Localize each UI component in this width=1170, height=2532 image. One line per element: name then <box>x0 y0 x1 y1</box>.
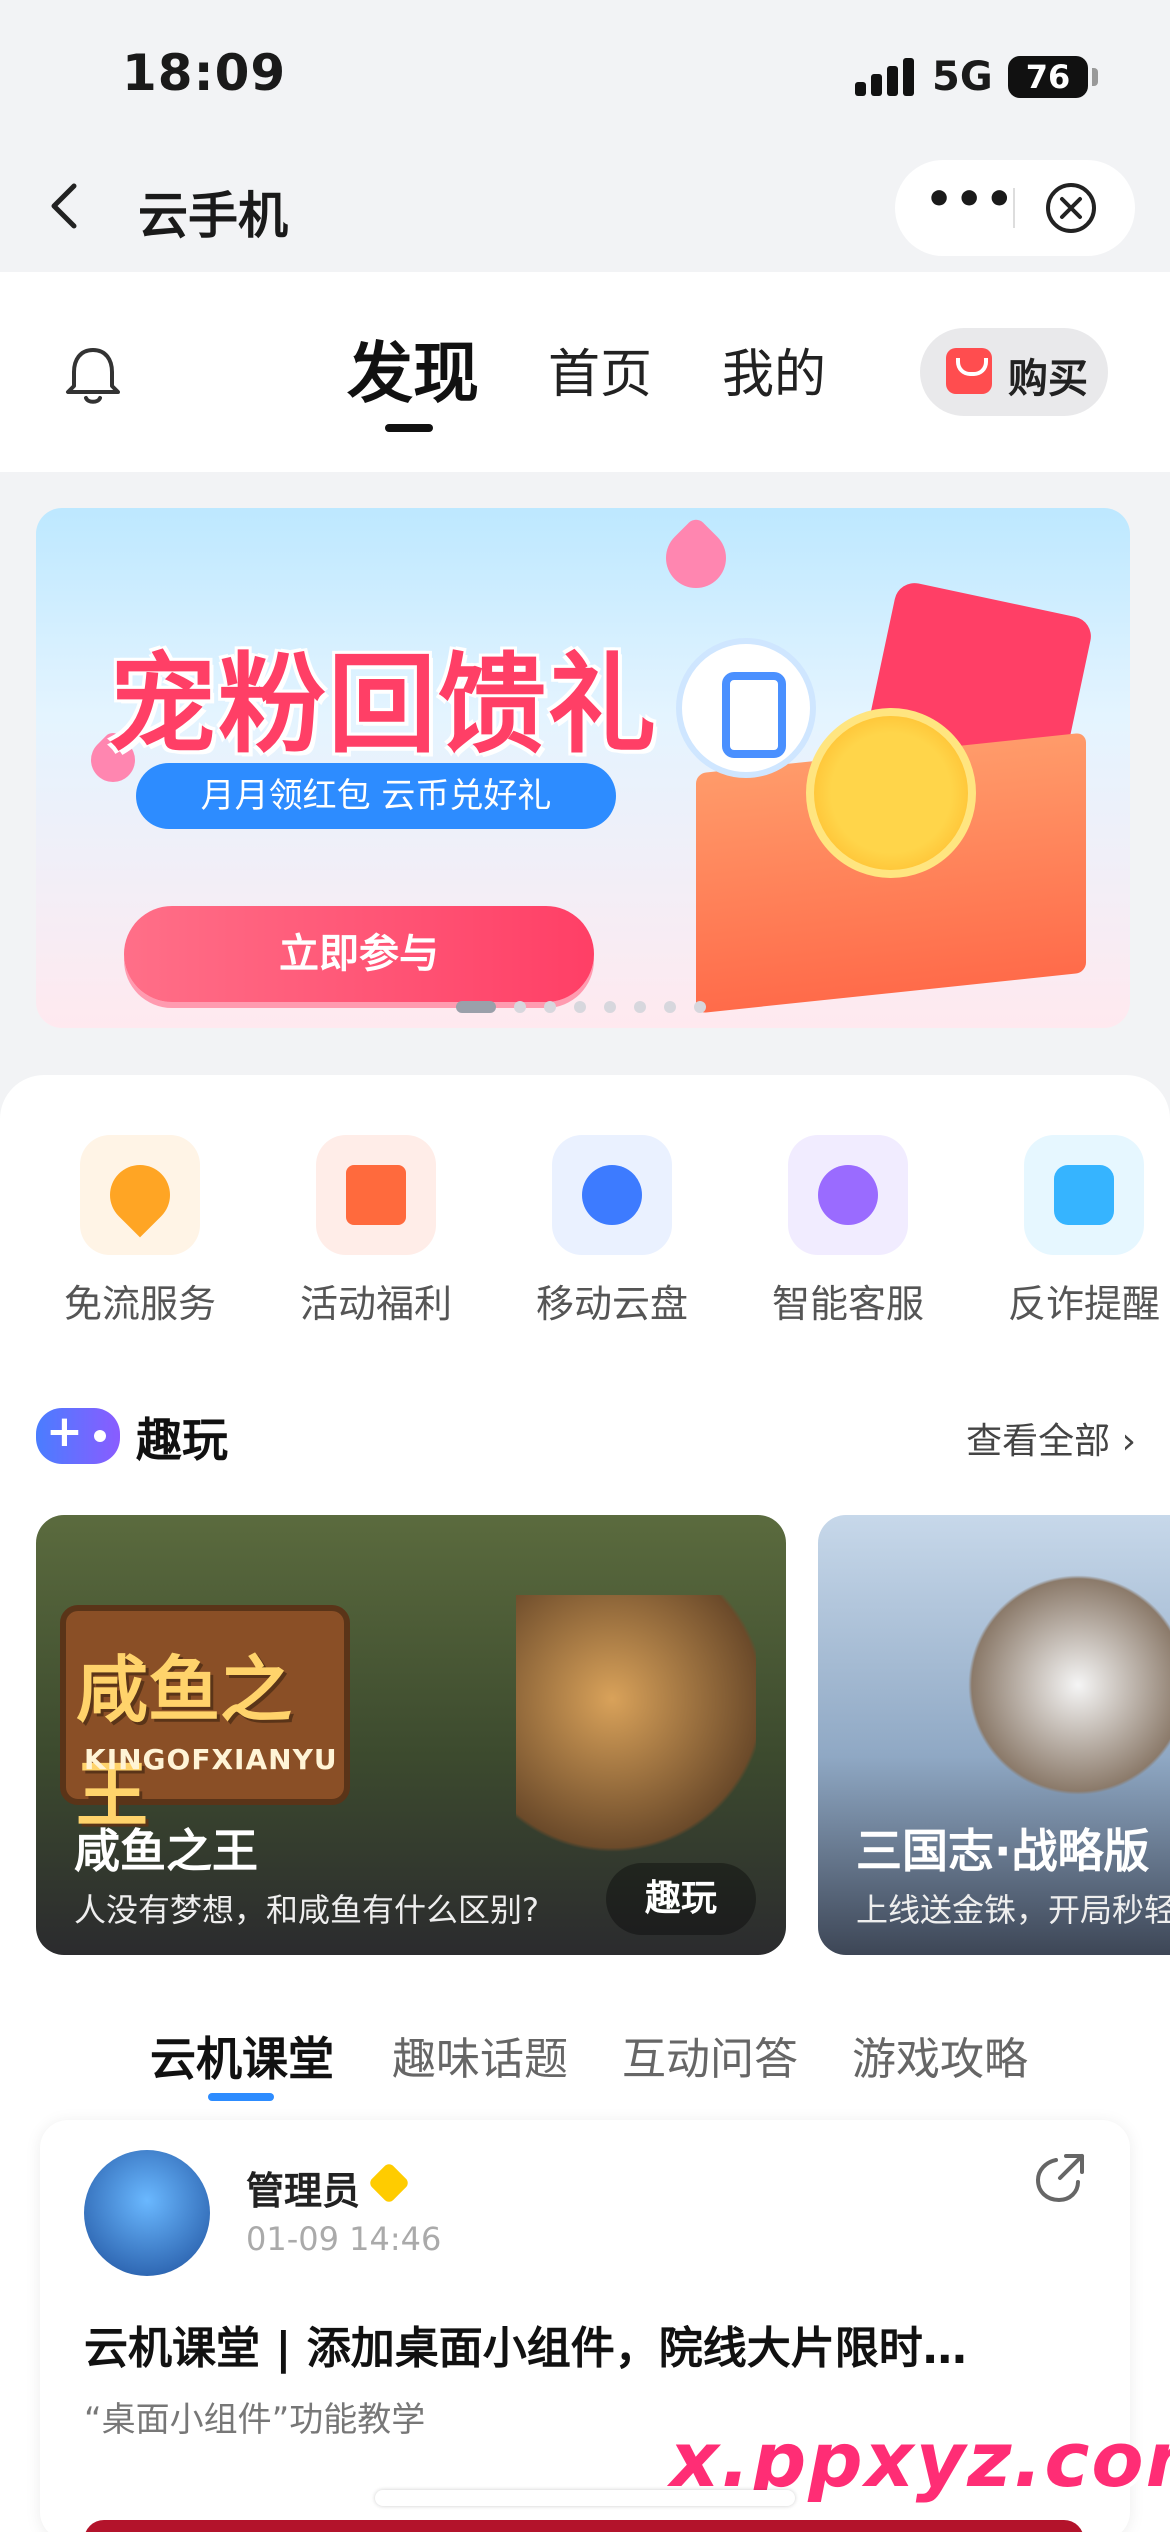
service-label: 移动云盘 <box>535 1282 688 1326</box>
chevron-right-icon: › <box>1121 1421 1136 1462</box>
post-thumbnail[interactable] <box>84 2520 1084 2532</box>
game-character-art <box>516 1595 756 1855</box>
top-tab-bar: 发现 首页 我的 购买 <box>0 272 1170 472</box>
signal-icon <box>855 58 915 96</box>
tab-home[interactable]: 首页 <box>548 332 652 407</box>
service-anti-fraud[interactable]: 反诈提醒 <box>994 1135 1170 1328</box>
tab-fun-topics[interactable]: 趣味话题 <box>392 2023 568 2087</box>
service-cloud-drive[interactable]: 移动云盘 <box>522 1135 702 1328</box>
section-title: 趣玩 <box>136 1413 228 1467</box>
buy-button[interactable]: 购买 <box>920 328 1108 416</box>
gamepad-icon <box>36 1406 120 1464</box>
carousel-dot <box>514 1001 526 1013</box>
gift-icon <box>316 1135 436 1255</box>
tab-cloud-class[interactable]: 云机课堂 <box>150 2023 334 2089</box>
carousel-dots <box>456 998 724 1013</box>
post-title[interactable]: 云机课堂 | 添加桌面小组件，院线大片限时… <box>84 2312 1084 2376</box>
network-type: 5G <box>932 54 993 100</box>
game-card[interactable]: 三国志·战略版 上线送金铢，开局秒轻 <box>818 1515 1170 1955</box>
carousel-dot <box>544 1001 556 1013</box>
tab-qa[interactable]: 互动问答 <box>622 2023 798 2087</box>
more-dots-icon[interactable]: ••• <box>925 176 1013 236</box>
cloud-drive-icon <box>552 1135 672 1255</box>
see-all-label: 查看全部 <box>966 1421 1111 1462</box>
status-bar: 18:09 5G 76 <box>0 0 1170 150</box>
carousel-dot <box>456 1001 496 1013</box>
sub-tab-active-indicator <box>208 2093 274 2101</box>
service-label: 智能客服 <box>771 1282 924 1326</box>
carousel-dot <box>604 1001 616 1013</box>
verified-badge-icon <box>367 2161 411 2205</box>
game-logo-subtext: KINGOFXIANYU <box>84 1743 338 1776</box>
bell-icon[interactable] <box>60 342 126 408</box>
cloud-coin-image <box>806 708 976 878</box>
tab-mine[interactable]: 我的 <box>722 332 826 407</box>
service-label: 免流服务 <box>63 1282 216 1326</box>
post-author[interactable]: 管理员 <box>246 2160 360 2215</box>
free-data-icon <box>80 1135 200 1255</box>
game-description: 上线送金铢，开局秒轻 <box>856 1891 1170 1929</box>
tab-discover[interactable]: 发现 <box>347 320 479 416</box>
game-character-art <box>958 1555 1170 1815</box>
join-now-button[interactable]: 立即参与 <box>124 906 594 1002</box>
banner-title: 宠粉回馈礼 <box>108 643 659 768</box>
game-card[interactable]: 咸鱼之王 KINGOFXIANYU 咸鱼之王 人没有梦想，和咸鱼有什么区别? 趣… <box>36 1515 786 1955</box>
heart-decoration <box>653 515 739 601</box>
share-icon[interactable] <box>1032 2150 1088 2206</box>
battery-tip <box>1092 68 1098 86</box>
service-benefits[interactable]: 活动福利 <box>286 1135 466 1328</box>
shopping-bag-icon <box>946 348 992 394</box>
game-logo-text: 咸鱼之王 <box>76 1648 293 1837</box>
buy-button-label: 购买 <box>1008 356 1088 402</box>
service-label: 反诈提醒 <box>1007 1282 1160 1326</box>
content-sheet: 免流服务 活动福利 移动云盘 智能客服 反诈提醒 趣玩 查看全部 › 咸鱼之王 … <box>0 1075 1170 2532</box>
game-name: 三国志·战略版 <box>856 1824 1150 1878</box>
close-circle-icon[interactable] <box>1043 180 1099 236</box>
post-time: 01-09 14:46 <box>246 2220 442 2258</box>
carousel-dot <box>694 1001 706 1013</box>
fun-section-header: 趣玩 查看全部 › <box>36 1400 1136 1470</box>
mini-program-capsule: ••• <box>895 160 1135 256</box>
page-title: 云手机 <box>138 187 288 245</box>
back-arrow-icon[interactable] <box>38 176 98 236</box>
play-button[interactable]: 趣玩 <box>606 1863 756 1935</box>
capsule-divider <box>1013 188 1015 228</box>
content-tab-bar: 云机课堂 趣味话题 互动问答 游戏攻略 <box>0 2005 1170 2105</box>
post-subtitle: “桌面小组件”功能教学 <box>84 2400 426 2440</box>
game-description: 人没有梦想，和咸鱼有什么区别? <box>74 1891 539 1929</box>
battery-icon: 76 <box>1008 56 1088 98</box>
game-name: 咸鱼之王 <box>74 1824 258 1878</box>
anti-fraud-icon <box>1024 1135 1144 1255</box>
game-logo: 咸鱼之王 KINGOFXIANYU <box>60 1605 350 1837</box>
carousel-dot <box>574 1001 586 1013</box>
service-smart-support[interactable]: 智能客服 <box>758 1135 938 1328</box>
carousel-dot <box>664 1001 676 1013</box>
service-free-data[interactable]: 免流服务 <box>50 1135 230 1328</box>
service-shortcuts: 免流服务 活动福利 移动云盘 智能客服 反诈提醒 <box>0 1135 1170 1335</box>
see-all-link[interactable]: 查看全部 › <box>966 1412 1136 1464</box>
smart-service-icon <box>788 1135 908 1255</box>
phone-badge-image <box>676 638 816 778</box>
service-label: 活动福利 <box>299 1282 452 1326</box>
carousel-dot <box>634 1001 646 1013</box>
tab-active-indicator <box>385 424 433 432</box>
promo-banner[interactable]: 宠粉回馈礼 月月领红包 云币兑好礼 立即参与 <box>36 508 1130 1028</box>
home-indicator[interactable] <box>375 2490 795 2506</box>
status-time: 18:09 <box>122 44 287 102</box>
tab-game-guides[interactable]: 游戏攻略 <box>852 2023 1028 2087</box>
nav-bar: 云手机 ••• <box>0 150 1170 272</box>
banner-subtitle: 月月领红包 云币兑好礼 <box>136 763 616 829</box>
avatar[interactable] <box>84 2150 210 2276</box>
